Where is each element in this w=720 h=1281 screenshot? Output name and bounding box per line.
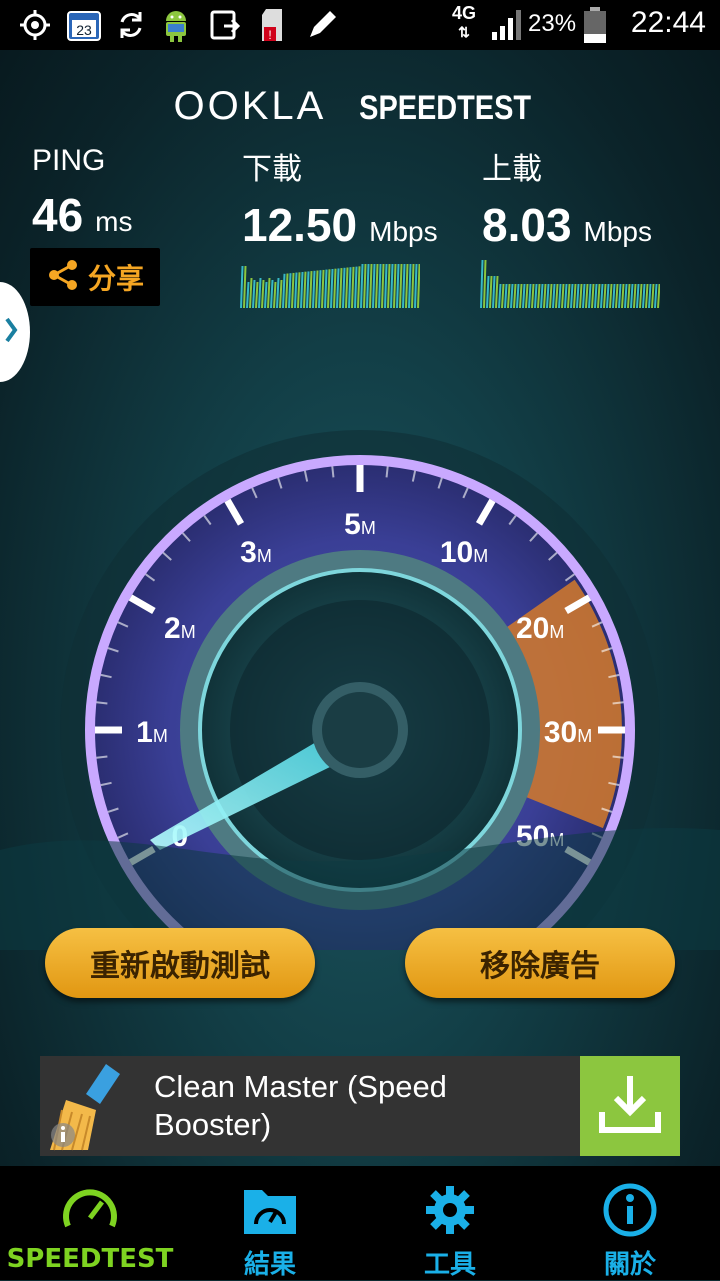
upload-graph	[480, 259, 660, 308]
calendar-icon: 23	[66, 8, 102, 42]
gauge-minor-tick	[96, 755, 108, 759]
svg-text:!: !	[268, 28, 271, 42]
gauge-minor-tick	[612, 701, 624, 705]
ping-unit: ms	[95, 206, 133, 237]
speed-gauge: 01M2M3M5M10M20M30M50M	[0, 430, 720, 950]
ping-value: 46	[32, 189, 84, 241]
status-bar: 23 ! 4G ⇅ 23% 22:44	[0, 0, 720, 50]
bottom-nav: SPEEDTEST 結果 工具 關於	[0, 1166, 720, 1280]
product-name: SPEEDTEST	[359, 89, 532, 127]
nav-tools-label: 工具	[423, 1250, 476, 1280]
gauge-minor-tick	[331, 466, 335, 478]
app-logo: OOKLA SPEEDTEST	[0, 84, 720, 129]
chevron-right-icon	[4, 316, 18, 348]
share-label: 分享	[87, 262, 144, 295]
location-icon	[18, 8, 52, 42]
ad-info-icon[interactable]	[48, 1120, 78, 1154]
download-unit: Mbps	[369, 216, 438, 247]
gauge-minor-tick	[612, 755, 624, 759]
speedtest-screen: OOKLA SPEEDTEST PING 46 ms 下載 12.50 Mbps 上載…	[0, 50, 720, 1166]
pencil-icon	[306, 8, 338, 42]
ad-text: Clean Master (Speed Booster)	[154, 1069, 447, 1142]
sd-card-alert-icon: !	[258, 8, 288, 42]
upload-value: 8.03	[482, 199, 572, 251]
signal-icon	[490, 8, 524, 42]
brand-name: OOKLA	[173, 84, 327, 128]
share-button[interactable]: 分享	[30, 248, 160, 306]
battery-percent: 23%	[528, 10, 577, 37]
download-graph	[240, 263, 420, 308]
nav-results[interactable]: 結果	[180, 1166, 360, 1280]
info-icon	[602, 1182, 658, 1242]
ad-download-button[interactable]	[580, 1056, 680, 1156]
download-label: 下載	[242, 153, 302, 186]
gauge-minor-tick	[385, 466, 389, 478]
download-icon	[596, 1072, 664, 1140]
android-icon	[160, 8, 192, 42]
upload-label: 上載	[482, 153, 542, 186]
network-type: 4G ⇅	[452, 3, 477, 40]
remove-ads-button[interactable]: 移除廣告	[405, 928, 675, 998]
speedometer-icon	[60, 1182, 120, 1242]
ad-banner[interactable]: Clean Master (Speed Booster)	[40, 1056, 680, 1156]
clock: 22:44	[630, 6, 706, 39]
ping-label: PING	[32, 144, 106, 177]
ping-metric: PING 46 ms	[32, 144, 133, 242]
screenshot-icon	[208, 8, 242, 42]
share-icon	[46, 258, 80, 296]
upload-unit: Mbps	[583, 216, 652, 247]
svg-text:23: 23	[76, 22, 92, 38]
gauge-minor-tick	[96, 701, 108, 705]
download-value: 12.50	[242, 199, 358, 251]
download-metric: 下載 12.50 Mbps	[242, 144, 438, 252]
nav-speedtest[interactable]: SPEEDTEST	[0, 1166, 180, 1280]
nav-tools[interactable]: 工具	[360, 1166, 540, 1280]
battery-icon	[582, 7, 608, 43]
nav-about[interactable]: 關於	[540, 1166, 720, 1280]
upload-metric: 上載 8.03 Mbps	[482, 144, 652, 252]
nav-about-label: 關於	[603, 1250, 656, 1280]
restart-test-button[interactable]: 重新啟動測試	[45, 928, 315, 998]
nav-speedtest-label: SPEEDTEST	[6, 1244, 174, 1274]
gear-icon	[420, 1182, 480, 1242]
sync-icon	[114, 8, 148, 42]
nav-results-label: 結果	[243, 1250, 296, 1280]
results-folder-icon	[240, 1182, 300, 1242]
